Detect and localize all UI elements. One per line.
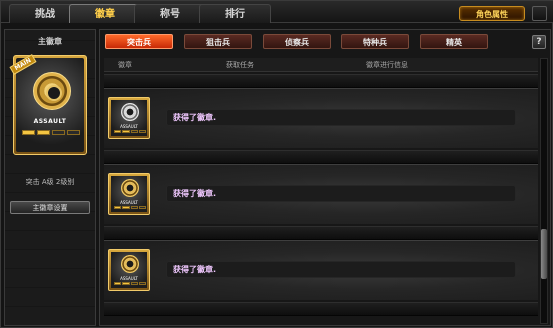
list-divider [104,150,538,164]
row-message: 获得了徽章. [166,261,516,278]
row-level-bars [114,282,146,285]
subtab-special[interactable]: 特种兵 [341,34,409,49]
column-progress: 徽章进行信息 [366,61,408,69]
main-badge-caption: 突击 A级 2级别 [25,178,75,186]
help-button[interactable]: ? [532,35,546,49]
list-header: 徽章 获取任务 徽章进行信息 [104,58,538,72]
row-message: 获得了徽章. [166,185,516,202]
medal-icon [121,255,139,273]
main-tag: MAIN [9,54,37,75]
list-scrollbar[interactable] [540,58,548,324]
medal-icon [121,179,139,197]
medal-icon [33,72,71,110]
tab-badge[interactable]: 徽章 [69,4,141,23]
list-divider [104,226,538,240]
level-bar [67,130,80,135]
row-level-bars [114,130,146,133]
main-badge-panel: 主徽章 MAIN ASSAULT 突击 A级 2级别 主徽章设置 [4,29,96,326]
row-message: 获得了徽章. [166,109,516,126]
main-badge-settings-button[interactable]: 主徽章设置 [10,201,90,214]
list-item[interactable]: ASSAULT 获得了徽章. [104,88,538,148]
column-badge: 徽章 [118,61,132,69]
scrollbar-thumb[interactable] [541,229,547,279]
row-badge-icon: ASSAULT [108,97,150,139]
badge-level-bars [22,130,80,135]
subtab-assault[interactable]: 突击兵 [105,34,173,49]
main-badge-title: 主徽章 [38,37,62,46]
list-item[interactable]: ASSAULT 获得了徽章. [104,240,538,300]
subtab-recon[interactable]: 侦察兵 [263,34,331,49]
subtab-elite[interactable]: 精英 [420,34,488,49]
subtab-sniper[interactable]: 狙击兵 [184,34,252,49]
list-item[interactable]: ASSAULT 获得了徽章. [104,164,538,224]
row-badge-icon: ASSAULT [108,249,150,291]
level-bar [52,130,65,135]
row-badge-label: ASSAULT [120,200,138,205]
row-badge-label: ASSAULT [120,276,138,281]
badge-class-label: ASSAULT [33,118,67,125]
badge-list: ASSAULT 获得了徽章. ASSAULT 获得了徽章. ASSAULT 获得… [104,74,538,324]
role-attribute-button[interactable]: 角色属性 [459,6,525,21]
level-bar [22,130,35,135]
main-badge-image: MAIN ASSAULT [9,54,84,152]
row-level-bars [114,206,146,209]
badge-list-panel: 突击兵 狙击兵 侦察兵 特种兵 精英 ? 徽章 获取任务 徽章进行信息 ASSA… [99,29,551,326]
badge-window: 挑战 徽章 称号 排行 角色属性 主徽章 MAIN ASSAULT 突击 A级 … [0,0,553,328]
tab-ranking[interactable]: 排行 [199,4,271,23]
main-badge-frame: MAIN ASSAULT [9,54,87,155]
list-divider [104,302,538,316]
row-badge-label: ASSAULT [120,124,138,129]
medal-icon [121,103,139,121]
tab-title[interactable]: 称号 [134,4,206,23]
level-bar [37,130,50,135]
window-corner-button[interactable] [532,6,547,21]
list-divider [104,74,538,88]
column-task: 获取任务 [226,61,254,69]
row-badge-icon: ASSAULT [108,173,150,215]
top-tab-bar: 挑战 徽章 称号 排行 角色属性 [1,1,553,23]
